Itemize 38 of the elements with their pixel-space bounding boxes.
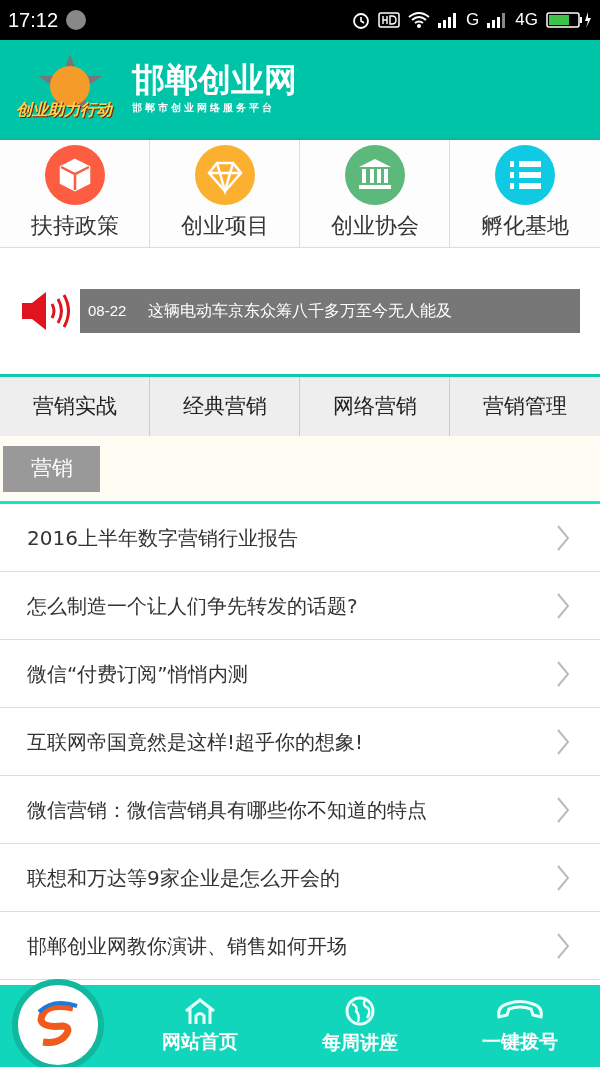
article-item[interactable]: 微信“付费订阅”悄悄内测 <box>0 640 600 708</box>
chevron-right-icon <box>556 795 570 824</box>
article-item[interactable]: 联想和万达等9家企业是怎么开会的 <box>0 844 600 912</box>
network-type: 4G <box>515 9 538 32</box>
category-button[interactable]: 创业项目 <box>150 140 300 247</box>
site-subtitle: 邯郸市创业网络服务平台 <box>132 101 276 115</box>
site-title: 邯郸创业网 <box>132 63 297 96</box>
logo-text: 创业助力行动 <box>16 99 112 121</box>
signal-icon <box>487 12 508 28</box>
home-icon <box>183 996 217 1025</box>
section-tag: 营销 <box>3 445 100 492</box>
notification-icon <box>66 10 87 30</box>
chevron-right-icon <box>556 931 570 960</box>
chevron-right-icon <box>556 863 570 892</box>
chevron-right-icon <box>556 591 570 620</box>
news-ticker[interactable]: 08-22 这辆电动车京东众筹八千多万至今无人能及 <box>80 289 580 333</box>
alarm-icon <box>352 11 371 29</box>
hd-icon <box>378 12 401 28</box>
chevron-right-icon <box>556 659 570 688</box>
article-item[interactable]: 微信营销：微信营销具有哪些你不知道的特点 <box>0 776 600 844</box>
article-item[interactable]: 2016上半年数字营销行业报告 <box>0 504 600 572</box>
chevron-right-icon <box>556 523 570 552</box>
wifi-icon <box>408 11 431 29</box>
category-button[interactable]: 创业协会 <box>300 140 450 247</box>
chevron-right-icon <box>556 727 570 756</box>
category-button[interactable]: 扶持政策 <box>0 140 150 247</box>
globe-icon <box>343 995 377 1026</box>
category-button[interactable]: 孵化基地 <box>450 140 600 247</box>
article-item[interactable]: 互联网帝国竟然是这样!超乎你的想象! <box>0 708 600 776</box>
tab[interactable]: 营销管理 <box>450 377 600 436</box>
news-date: 08-22 <box>88 300 127 321</box>
news-headline: 这辆电动车京东众筹八千多万至今无人能及 <box>148 300 453 322</box>
clock: 17:12 <box>8 8 59 33</box>
signal-icon <box>438 12 459 28</box>
article-item[interactable]: 怎么制造一个让人们争先转发的话题? <box>0 572 600 640</box>
network-type: G <box>466 9 480 32</box>
battery-icon <box>546 11 592 29</box>
article-item[interactable]: 邯郸创业网教你演讲、销售如何开场 <box>0 912 600 980</box>
